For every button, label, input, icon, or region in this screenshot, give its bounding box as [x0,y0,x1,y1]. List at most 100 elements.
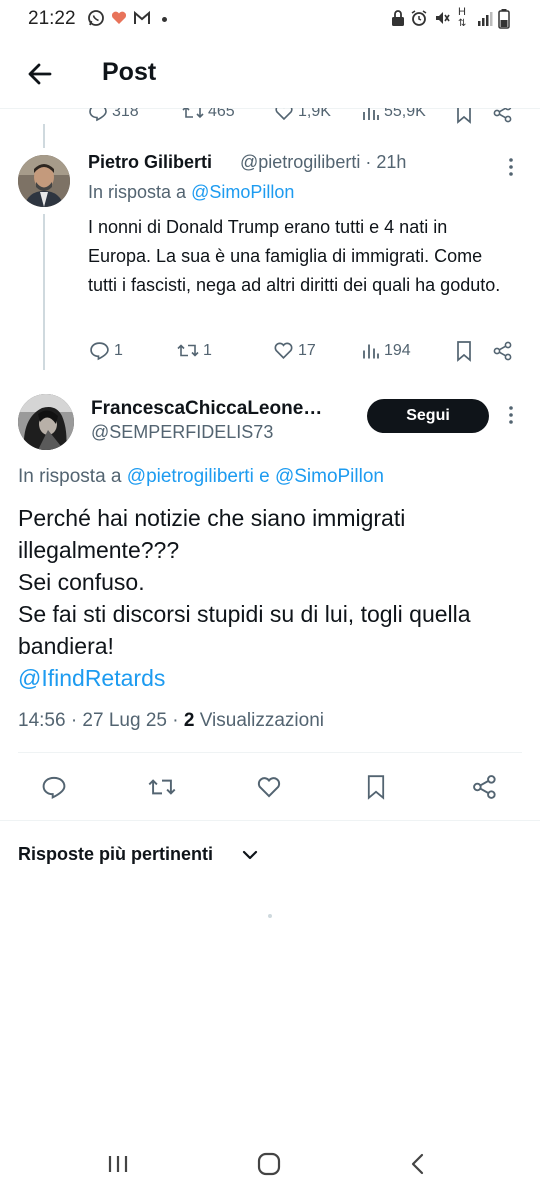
author-name[interactable]: FrancescaChiccaLeone… [91,398,341,420]
whatsapp-icon [87,9,105,27]
share-button[interactable] [492,108,514,124]
system-nav-bar [0,1130,540,1200]
repost-button[interactable] [148,774,176,800]
repost-action[interactable]: 1 [177,340,212,361]
heart-icon [275,108,293,121]
reply-count: 1 [114,341,123,359]
comment-icon [42,776,66,799]
bookmark-button[interactable] [364,773,388,801]
heart-icon [257,777,281,798]
previous-tweet-actions: 318 465 1,9K 55,9K [0,108,540,124]
like-count: 1,9K [298,108,331,120]
views-action[interactable]: 55,9K [362,108,426,122]
reply-mention-link[interactable]: @SimoPillon [275,466,384,487]
dot-icon [162,17,167,22]
author-name[interactable]: Pietro Giliberti [88,152,212,173]
bookmark-icon [457,108,471,124]
share-icon [493,341,512,361]
recent-apps-icon [108,1156,128,1172]
more-options-button[interactable] [501,156,521,178]
more-vertical-icon [509,158,513,176]
share-button[interactable] [492,340,514,362]
like-button[interactable] [256,774,282,800]
reply-button[interactable] [41,774,67,800]
chevron-down-icon[interactable] [241,846,259,864]
repost-action[interactable]: 465 [182,108,235,122]
share-button[interactable] [471,773,499,801]
reply-mention-link[interactable]: @pietrogiliberti [127,466,254,487]
views-count: 2 [183,710,195,731]
like-action[interactable]: 1,9K [274,108,331,122]
views-action[interactable]: 194 [362,340,411,361]
reply-action[interactable]: 1 [89,340,123,361]
divider [18,752,522,753]
tweet-text-line: Se fai sti discorsi stupidi su di lui, t… [18,601,471,659]
tweet-text-line: Perché hai notizie che siano immigrati i… [18,505,406,563]
alarm-icon [410,9,428,27]
views-label[interactable]: Visualizzazioni [200,710,324,731]
more-vertical-icon [509,406,513,424]
lock-icon [390,9,406,27]
reply-count: 318 [112,108,139,120]
mute-icon [433,9,451,27]
author-handle: @pietrogiliberti [240,152,361,172]
thread-line-top [43,124,45,148]
signal-bars-icon [477,9,493,27]
tweet-text: I nonni di Donald Trump erano tutti e 4 … [88,217,501,295]
status-bar: 21:22 H ⇅ [0,0,540,40]
replies-sort-button[interactable]: Risposte più pertinenti [18,844,213,865]
bookmark-button[interactable] [454,340,474,362]
chevron-left-icon [411,1153,424,1175]
like-count: 17 [298,341,316,359]
thread-line [43,214,45,370]
views-count: 55,9K [384,108,426,120]
avatar[interactable] [18,394,74,450]
repost-icon [177,344,199,357]
status-time: 21:22 [28,8,76,29]
network-label: H [458,6,466,18]
signal-h-icon: H ⇅ [458,6,467,30]
tweet-text: Perché hai notizie che siano immigrati i… [18,502,518,694]
reply-action[interactable]: 318 [88,108,139,122]
gmail-icon [133,9,151,27]
loading-indicator [268,914,272,918]
heart-icon [274,342,293,360]
repost-icon [148,779,176,795]
page-title: Post [102,58,157,86]
share-icon [493,108,512,123]
tweet-meta: 14:56 · 27 Lug 25 · 2 Visualizzazioni [18,710,324,732]
reply-context: In risposta a @SimoPillon [88,182,294,203]
author-handle[interactable]: @SEMPERFIDELIS73 [91,422,273,443]
like-action[interactable]: 17 [273,340,316,361]
heart-app-icon [110,9,128,27]
arrow-left-icon [28,63,52,85]
tweet-time: · 21h [365,152,407,172]
comment-icon [90,342,109,361]
author-handle-time[interactable]: @pietrogiliberti · 21h [240,152,406,173]
divider [0,820,540,821]
more-options-button[interactable] [501,404,521,426]
home-button[interactable] [256,1152,282,1176]
battery-icon [498,9,510,29]
reply-joiner: e [259,466,270,487]
repost-icon [182,108,204,119]
bookmark-icon [367,775,385,800]
tweet-text-line: Sei confuso. [18,569,145,595]
views-count: 194 [384,341,411,359]
back-button[interactable] [22,56,58,92]
mention-link[interactable]: @IfindRetards [18,662,518,694]
reply-prefix: In risposta a [88,182,187,202]
recent-apps-button[interactable] [106,1152,130,1176]
reply-mention-link[interactable]: @SimoPillon [191,182,294,202]
reply-context: In risposta a @pietrogiliberti e @SimoPi… [18,466,384,488]
reply-prefix: In risposta a [18,466,122,487]
views-icon [363,108,379,120]
avatar[interactable] [18,155,70,207]
back-nav-button[interactable] [408,1152,428,1176]
tweet-timestamp: 14:56 · 27 Lug 25 · [18,710,179,731]
follow-button[interactable]: Segui [367,399,489,433]
bookmark-button[interactable] [454,108,474,124]
home-icon [257,1152,281,1176]
share-icon [473,775,496,799]
bookmark-icon [457,341,471,362]
